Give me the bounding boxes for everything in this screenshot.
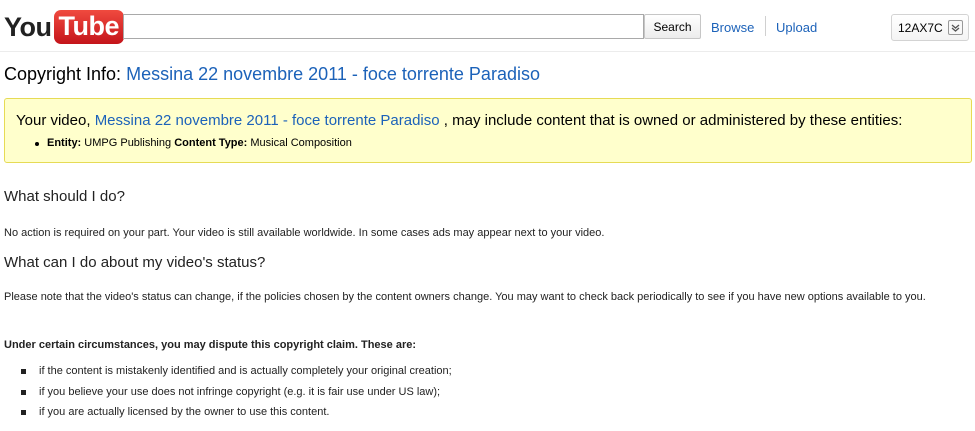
list-item: if you are actually licensed by the owne… <box>4 405 452 426</box>
copyright-notice: Your video, Messina 22 novembre 2011 - f… <box>4 98 972 163</box>
upload-link[interactable]: Upload <box>776 20 817 35</box>
notice-trail: , may include content that is owned or a… <box>443 112 903 129</box>
chevron-down-icon <box>948 20 963 35</box>
search-input[interactable] <box>123 14 644 39</box>
bullet-icon <box>21 389 26 395</box>
reason-text: if the content is mistakenly identified … <box>39 365 452 377</box>
bullet-icon <box>21 369 26 374</box>
dispute-heading: Under certain circumstances, you may dis… <box>4 339 417 351</box>
entity-value: UMPG Publishing <box>84 137 172 149</box>
section-heading-what-to-do: What should I do? <box>4 188 125 205</box>
nav-divider <box>765 16 766 36</box>
section-heading-status: What can I do about my video's status? <box>4 254 266 271</box>
entity-item: Entity: UMPG Publishing Content Type: Mu… <box>33 137 352 149</box>
entity-label: Entity: <box>47 137 82 149</box>
section-text-status: Please note that the video's status can … <box>4 291 926 303</box>
search-button[interactable]: Search <box>644 14 701 39</box>
notice-lead: Your video, <box>16 112 91 129</box>
notice-video-link[interactable]: Messina 22 novembre 2011 - foce torrente… <box>95 112 440 129</box>
dispute-reasons-list: if the content is mistakenly identified … <box>4 364 452 426</box>
bullet-icon <box>21 410 26 415</box>
page-title: Copyright Info: Messina 22 novembre 2011… <box>4 64 540 85</box>
content-type-label: Content Type: <box>174 137 248 149</box>
logo-tube-text: Tube <box>53 10 124 44</box>
list-item: if you believe your use does not infring… <box>4 385 452 406</box>
list-item: if the content is mistakenly identified … <box>4 364 452 385</box>
masthead: You Tube Search Browse Upload 12AX7C <box>0 0 975 52</box>
video-title-link[interactable]: Messina 22 novembre 2011 - foce torrente… <box>126 64 540 84</box>
page-title-prefix: Copyright Info: <box>4 64 122 84</box>
youtube-logo[interactable]: You Tube <box>4 8 124 46</box>
content-type-value: Musical Composition <box>250 137 352 149</box>
reason-text: if you are actually licensed by the owne… <box>39 406 330 418</box>
user-menu-button[interactable]: 12AX7C <box>891 14 969 41</box>
notice-text: Your video, Messina 22 novembre 2011 - f… <box>16 112 902 129</box>
reason-text: if you believe your use does not infring… <box>39 385 441 398</box>
browse-link[interactable]: Browse <box>711 20 754 35</box>
section-text-what-to-do: No action is required on your part. Your… <box>4 227 605 239</box>
logo-you-text: You <box>4 11 52 42</box>
username: 12AX7C <box>898 20 943 35</box>
entity-list: Entity: UMPG Publishing Content Type: Mu… <box>33 137 352 149</box>
